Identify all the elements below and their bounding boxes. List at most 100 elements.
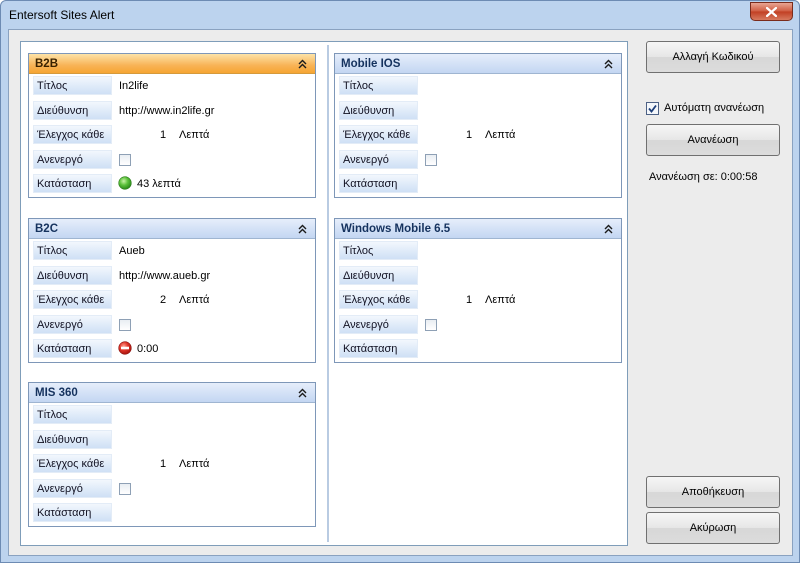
status-row: Κατάσταση (335, 172, 621, 197)
inactive-checkbox[interactable] (425, 318, 437, 331)
window-title: Entersoft Sites Alert (9, 8, 115, 22)
interval-unit: Λεπτά (179, 294, 210, 306)
checkmark-icon (648, 104, 657, 113)
address-row: Διεύθυνση http://www.aueb.gr (29, 264, 315, 289)
group-title: Windows Mobile 6.5 (341, 223, 451, 235)
inactive-label: Ανενεργό (339, 149, 418, 169)
collapse-up-icon[interactable] (604, 59, 613, 69)
address-row: Διεύθυνση (335, 99, 621, 124)
inactive-label: Ανενεργό (339, 314, 418, 334)
status-label: Κατάσταση (339, 339, 418, 358)
address-row: Διεύθυνση (29, 428, 315, 453)
interval-row: Έλεγχος κάθε 2 Λεπτά (29, 288, 315, 313)
group-header[interactable]: Mobile IOS (335, 54, 621, 74)
interval-label: Έλεγχος κάθε (33, 454, 112, 473)
group-title: MIS 360 (35, 387, 78, 399)
collapse-up-icon[interactable] (298, 59, 307, 69)
interval-value[interactable]: 1 (157, 129, 169, 141)
address-label: Διεύθυνση (339, 265, 418, 285)
title-row: Τίτλος (29, 403, 315, 428)
title-label: Τίτλος (33, 76, 112, 95)
title-label: Τίτλος (33, 241, 112, 260)
inactive-checkbox[interactable] (119, 153, 131, 166)
change-password-button[interactable]: Αλλαγή Κωδικού (646, 41, 780, 73)
title-value[interactable]: Aueb (119, 245, 145, 257)
column-divider (327, 45, 329, 542)
status-row: Κατάσταση (335, 337, 621, 362)
inactive-row: Ανενεργό (29, 477, 315, 502)
title-row: Τίτλος Aueb (29, 239, 315, 264)
interval-value[interactable]: 1 (157, 458, 169, 470)
status-row: Κατάσταση 43 λεπτά (29, 172, 315, 197)
inactive-checkbox[interactable] (119, 318, 131, 331)
auto-refresh-label: Αυτόματη ανανέωση (664, 102, 765, 114)
address-row: Διεύθυνση (335, 264, 621, 289)
title-row: Τίτλος (335, 239, 621, 264)
site-group: B2B Τίτλος In2life Διεύθυνση http://www.… (28, 53, 316, 198)
group-header[interactable]: Windows Mobile 6.5 (335, 219, 621, 239)
site-group: Mobile IOS Τίτλος Διεύθυνση Έλεγχος κάθε… (334, 53, 622, 198)
group-title: Mobile IOS (341, 58, 401, 70)
collapse-up-icon[interactable] (298, 224, 307, 234)
inactive-label: Ανενεργό (33, 149, 112, 169)
address-value[interactable]: http://www.in2life.gr (119, 105, 214, 117)
status-error-icon (118, 341, 132, 355)
status-value: 43 λεπτά (137, 178, 181, 190)
title-bar[interactable]: Entersoft Sites Alert (1, 1, 799, 29)
group-header[interactable]: MIS 360 (29, 383, 315, 403)
inactive-row: Ανενεργό (335, 148, 621, 173)
group-header[interactable]: B2C (29, 219, 315, 239)
save-button[interactable]: Αποθήκευση (646, 476, 780, 508)
interval-value[interactable]: 1 (463, 294, 475, 306)
auto-refresh-checkbox[interactable] (646, 102, 659, 115)
inactive-row: Ανενεργό (29, 148, 315, 173)
interval-unit: Λεπτά (485, 129, 516, 141)
address-value[interactable]: http://www.aueb.gr (119, 270, 210, 282)
sites-panel: B2B Τίτλος In2life Διεύθυνση http://www.… (20, 41, 628, 546)
interval-value[interactable]: 2 (157, 294, 169, 306)
title-label: Τίτλος (339, 241, 418, 260)
site-group: Windows Mobile 6.5 Τίτλος Διεύθυνση Έλεγ… (334, 218, 622, 363)
interval-label: Έλεγχος κάθε (339, 125, 418, 144)
inactive-label: Ανενεργό (33, 314, 112, 334)
refresh-countdown: Ανανέωση σε: 0:00:58 (649, 171, 758, 183)
interval-label: Έλεγχος κάθε (33, 290, 112, 309)
close-icon (766, 6, 777, 17)
interval-unit: Λεπτά (179, 129, 210, 141)
inactive-row: Ανενεργό (335, 313, 621, 338)
interval-unit: Λεπτά (485, 294, 516, 306)
cancel-button[interactable]: Ακύρωση (646, 512, 780, 544)
status-value: 0:00 (137, 343, 159, 355)
group-title: B2C (35, 223, 59, 235)
title-label: Τίτλος (33, 405, 112, 424)
interval-unit: Λεπτά (179, 458, 210, 470)
client-area: B2B Τίτλος In2life Διεύθυνση http://www.… (8, 29, 793, 556)
status-ok-icon (118, 176, 132, 190)
title-row: Τίτλος (335, 74, 621, 99)
interval-row: Έλεγχος κάθε 1 Λεπτά (335, 123, 621, 148)
collapse-up-icon[interactable] (298, 388, 307, 398)
address-label: Διεύθυνση (33, 429, 112, 449)
interval-row: Έλεγχος κάθε 1 Λεπτά (29, 123, 315, 148)
address-label: Διεύθυνση (33, 265, 112, 285)
interval-value[interactable]: 1 (463, 129, 475, 141)
status-label: Κατάσταση (339, 174, 418, 193)
status-label: Κατάσταση (33, 174, 112, 193)
inactive-checkbox[interactable] (119, 482, 131, 495)
group-header[interactable]: B2B (29, 54, 315, 74)
interval-row: Έλεγχος κάθε 1 Λεπτά (335, 288, 621, 313)
title-value[interactable]: In2life (119, 80, 148, 92)
title-label: Τίτλος (339, 76, 418, 95)
status-label: Κατάσταση (33, 339, 112, 358)
close-button[interactable] (750, 2, 793, 21)
collapse-up-icon[interactable] (604, 224, 613, 234)
status-row: Κατάσταση (29, 501, 315, 526)
refresh-button[interactable]: Ανανέωση (646, 124, 780, 156)
status-row: Κατάσταση 0:00 (29, 337, 315, 362)
address-label: Διεύθυνση (339, 100, 418, 120)
interval-label: Έλεγχος κάθε (339, 290, 418, 309)
inactive-checkbox[interactable] (425, 153, 437, 166)
site-group: B2C Τίτλος Aueb Διεύθυνση http://www.aue… (28, 218, 316, 363)
group-title: B2B (35, 58, 59, 70)
site-group: MIS 360 Τίτλος Διεύθυνση Έλεγχος κάθε 1 … (28, 382, 316, 527)
